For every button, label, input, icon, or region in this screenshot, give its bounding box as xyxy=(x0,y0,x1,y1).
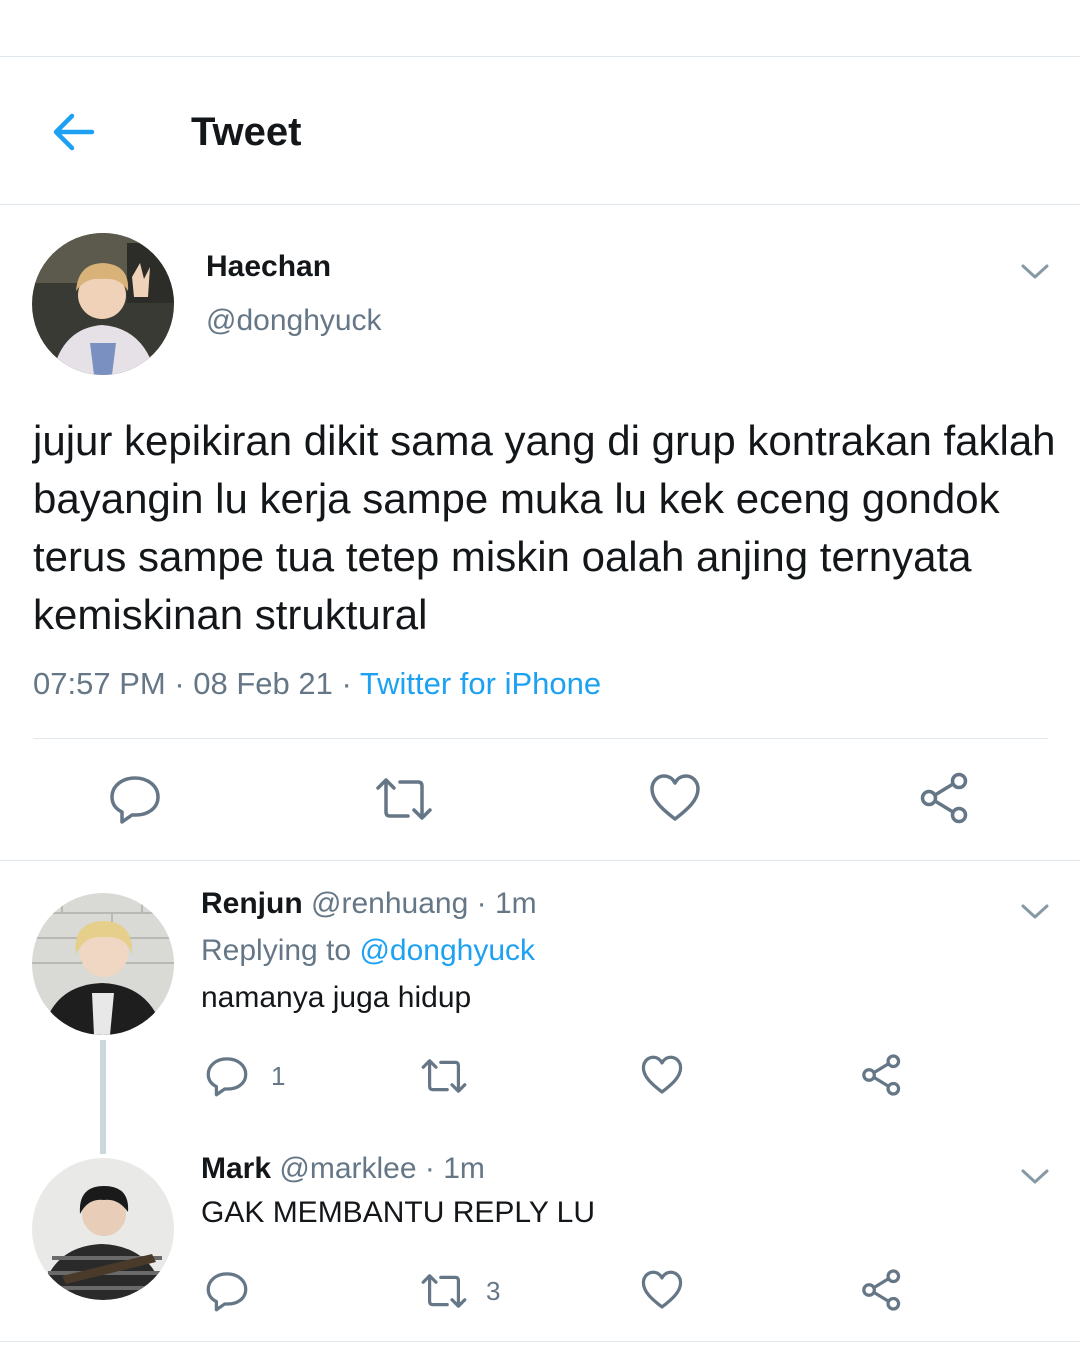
heart-icon xyxy=(650,774,700,821)
meta-separator: · xyxy=(424,1152,435,1185)
bottom-divider xyxy=(0,1341,1080,1342)
reply-author-name[interactable]: Mark xyxy=(201,1152,271,1185)
replying-to: Replying to @donghyuck xyxy=(201,934,535,968)
retweet-icon xyxy=(421,1274,467,1308)
share-icon xyxy=(920,772,968,824)
reply-text: GAK MEMBANTU REPLY LU xyxy=(201,1196,595,1229)
thread-line xyxy=(100,1040,106,1154)
tweet-time: 07:57 PM xyxy=(33,666,166,701)
tweet-meta: 07:57 PM · 08 Feb 21 · Twitter for iPhon… xyxy=(33,666,601,702)
retweet-icon xyxy=(376,778,432,820)
reply-header: Renjun @renhuang · 1m xyxy=(201,887,537,921)
page-title: Tweet xyxy=(191,110,302,154)
back-button[interactable] xyxy=(50,108,98,156)
avatar-photo xyxy=(32,233,174,375)
reply-count: 1 xyxy=(271,1060,286,1091)
author-handle[interactable]: @donghyuck xyxy=(206,304,382,338)
avatar-photo xyxy=(32,1158,174,1300)
meta-separator: · xyxy=(476,887,487,920)
share-button[interactable] xyxy=(860,1054,904,1096)
chevron-down-icon xyxy=(1021,1169,1049,1184)
share-icon xyxy=(862,1269,901,1311)
avatar[interactable] xyxy=(32,1158,174,1300)
tweet-date: 08 Feb 21 xyxy=(193,666,333,701)
like-button[interactable] xyxy=(640,1269,706,1311)
retweet-button[interactable] xyxy=(374,774,434,824)
header-divider xyxy=(0,204,1080,205)
meta-separator: · xyxy=(174,666,185,701)
tweet-text: jujur kepikiran dikit sama yang di grup … xyxy=(33,417,1056,638)
reply-icon xyxy=(206,1057,248,1097)
retweet-icon xyxy=(421,1059,467,1093)
top-divider xyxy=(0,56,1080,57)
share-icon xyxy=(862,1054,901,1096)
avatar[interactable] xyxy=(32,233,174,375)
actions-divider xyxy=(0,860,1080,861)
share-button[interactable] xyxy=(918,772,972,824)
reply-icon xyxy=(110,776,160,824)
chevron-down-icon xyxy=(1021,264,1049,279)
replying-to-handle-link[interactable]: @donghyuck xyxy=(359,934,535,967)
reply-button[interactable]: 1 xyxy=(205,1054,285,1098)
like-button[interactable] xyxy=(648,772,702,824)
reply-author-handle[interactable]: @renhuang xyxy=(311,887,468,920)
retweet-count: 3 xyxy=(486,1275,501,1306)
reply-button[interactable] xyxy=(108,772,162,826)
retweet-button[interactable] xyxy=(420,1056,490,1096)
retweet-button[interactable]: 3 xyxy=(420,1271,500,1311)
chevron-down-icon xyxy=(1021,904,1049,919)
reply-icon xyxy=(206,1272,248,1312)
tweet-menu-button[interactable] xyxy=(1018,258,1052,284)
reply-button[interactable] xyxy=(205,1269,271,1313)
arrow-left-icon xyxy=(53,113,95,151)
avatar[interactable] xyxy=(32,893,174,1035)
share-button[interactable] xyxy=(860,1269,904,1311)
meta-divider xyxy=(33,738,1048,739)
reply-menu-button[interactable] xyxy=(1018,898,1052,924)
heart-icon xyxy=(641,1270,683,1309)
reply-text: namanya juga hidup xyxy=(201,981,472,1014)
author-name[interactable]: Haechan xyxy=(206,250,331,284)
reply-author-handle[interactable]: @marklee xyxy=(279,1152,416,1185)
heart-icon xyxy=(641,1055,683,1094)
replying-to-label: Replying to xyxy=(201,934,352,967)
meta-separator: · xyxy=(341,666,352,701)
reply-author-name[interactable]: Renjun xyxy=(201,887,303,920)
tweet-source-link[interactable]: Twitter for iPhone xyxy=(360,666,601,701)
like-button[interactable] xyxy=(640,1054,706,1096)
reply-age: 1m xyxy=(443,1152,485,1185)
reply-age: 1m xyxy=(494,887,537,920)
reply-menu-button[interactable] xyxy=(1018,1163,1052,1189)
reply-header: Mark @marklee · 1m xyxy=(201,1152,485,1186)
avatar-photo xyxy=(32,893,174,1035)
